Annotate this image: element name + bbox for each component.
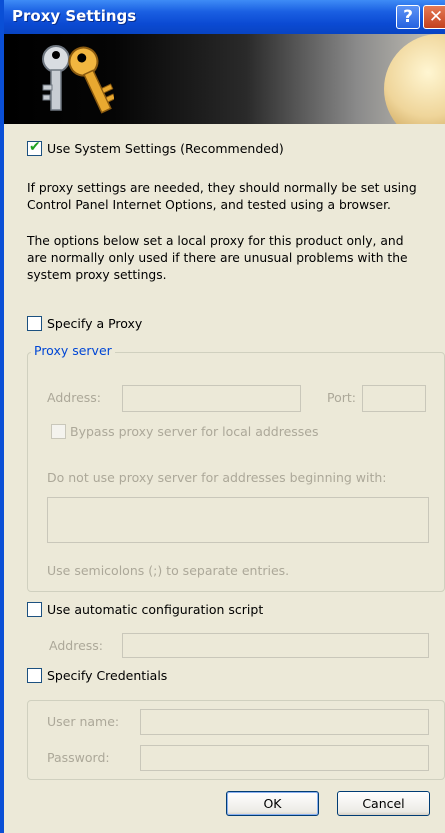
help-icon: ?	[403, 7, 413, 27]
info-paragraph-2: The options below set a local proxy for …	[27, 233, 445, 284]
info-line: Control Panel Internet Options, and test…	[27, 198, 391, 212]
bypass-local-label: Bypass proxy server for local addresses	[70, 424, 319, 439]
exceptions-textarea[interactable]	[47, 497, 429, 543]
info-line: system proxy settings.	[27, 268, 167, 282]
proxy-port-input[interactable]	[362, 385, 426, 412]
help-button[interactable]: ?	[396, 5, 420, 29]
username-label: User name:	[47, 714, 120, 729]
use-system-settings-label: Use System Settings (Recommended)	[47, 141, 284, 156]
use-system-settings-checkbox[interactable]: ✔	[27, 139, 42, 156]
decorative-orb	[384, 34, 445, 124]
info-line: The options below set a local proxy for …	[27, 234, 404, 248]
cancel-button[interactable]: Cancel	[337, 791, 430, 816]
specify-proxy-checkbox[interactable]	[27, 316, 42, 331]
auto-config-label: Use automatic configuration script	[47, 602, 264, 617]
semicolons-hint: Use semicolons (;) to separate entries.	[47, 563, 290, 578]
keys-icon	[42, 45, 114, 114]
proxy-address-input[interactable]	[122, 385, 301, 412]
window-title: Proxy Settings	[12, 7, 137, 25]
close-button[interactable]: ✕	[423, 5, 445, 29]
proxy-server-legend: Proxy server	[31, 343, 115, 358]
specify-credentials-label: Specify Credentials	[47, 668, 168, 683]
password-input[interactable]	[140, 745, 429, 771]
port-label: Port:	[327, 390, 356, 405]
username-input[interactable]	[140, 709, 429, 735]
auto-config-checkbox[interactable]	[27, 602, 42, 617]
window-border	[0, 0, 4, 833]
header-banner	[4, 34, 445, 124]
auto-config-address-input[interactable]	[122, 633, 429, 658]
password-label: Password:	[47, 750, 110, 765]
info-line: are normally only used if there are unus…	[27, 251, 408, 265]
specify-proxy-label: Specify a Proxy	[47, 316, 143, 331]
info-paragraph-1: If proxy settings are needed, they shoul…	[27, 180, 445, 214]
ok-button[interactable]: OK	[226, 791, 319, 816]
close-icon: ✕	[428, 7, 444, 27]
info-line: If proxy settings are needed, they shoul…	[27, 181, 417, 195]
specify-credentials-checkbox[interactable]	[27, 668, 42, 683]
auto-config-address-label: Address:	[49, 638, 103, 653]
title-bar: Proxy Settings ? ✕	[0, 0, 445, 34]
bypass-local-checkbox[interactable]	[51, 424, 66, 439]
address-label: Address:	[47, 390, 101, 405]
exceptions-label: Do not use proxy server for addresses be…	[47, 470, 387, 485]
checkmark-icon: ✔	[29, 139, 41, 155]
